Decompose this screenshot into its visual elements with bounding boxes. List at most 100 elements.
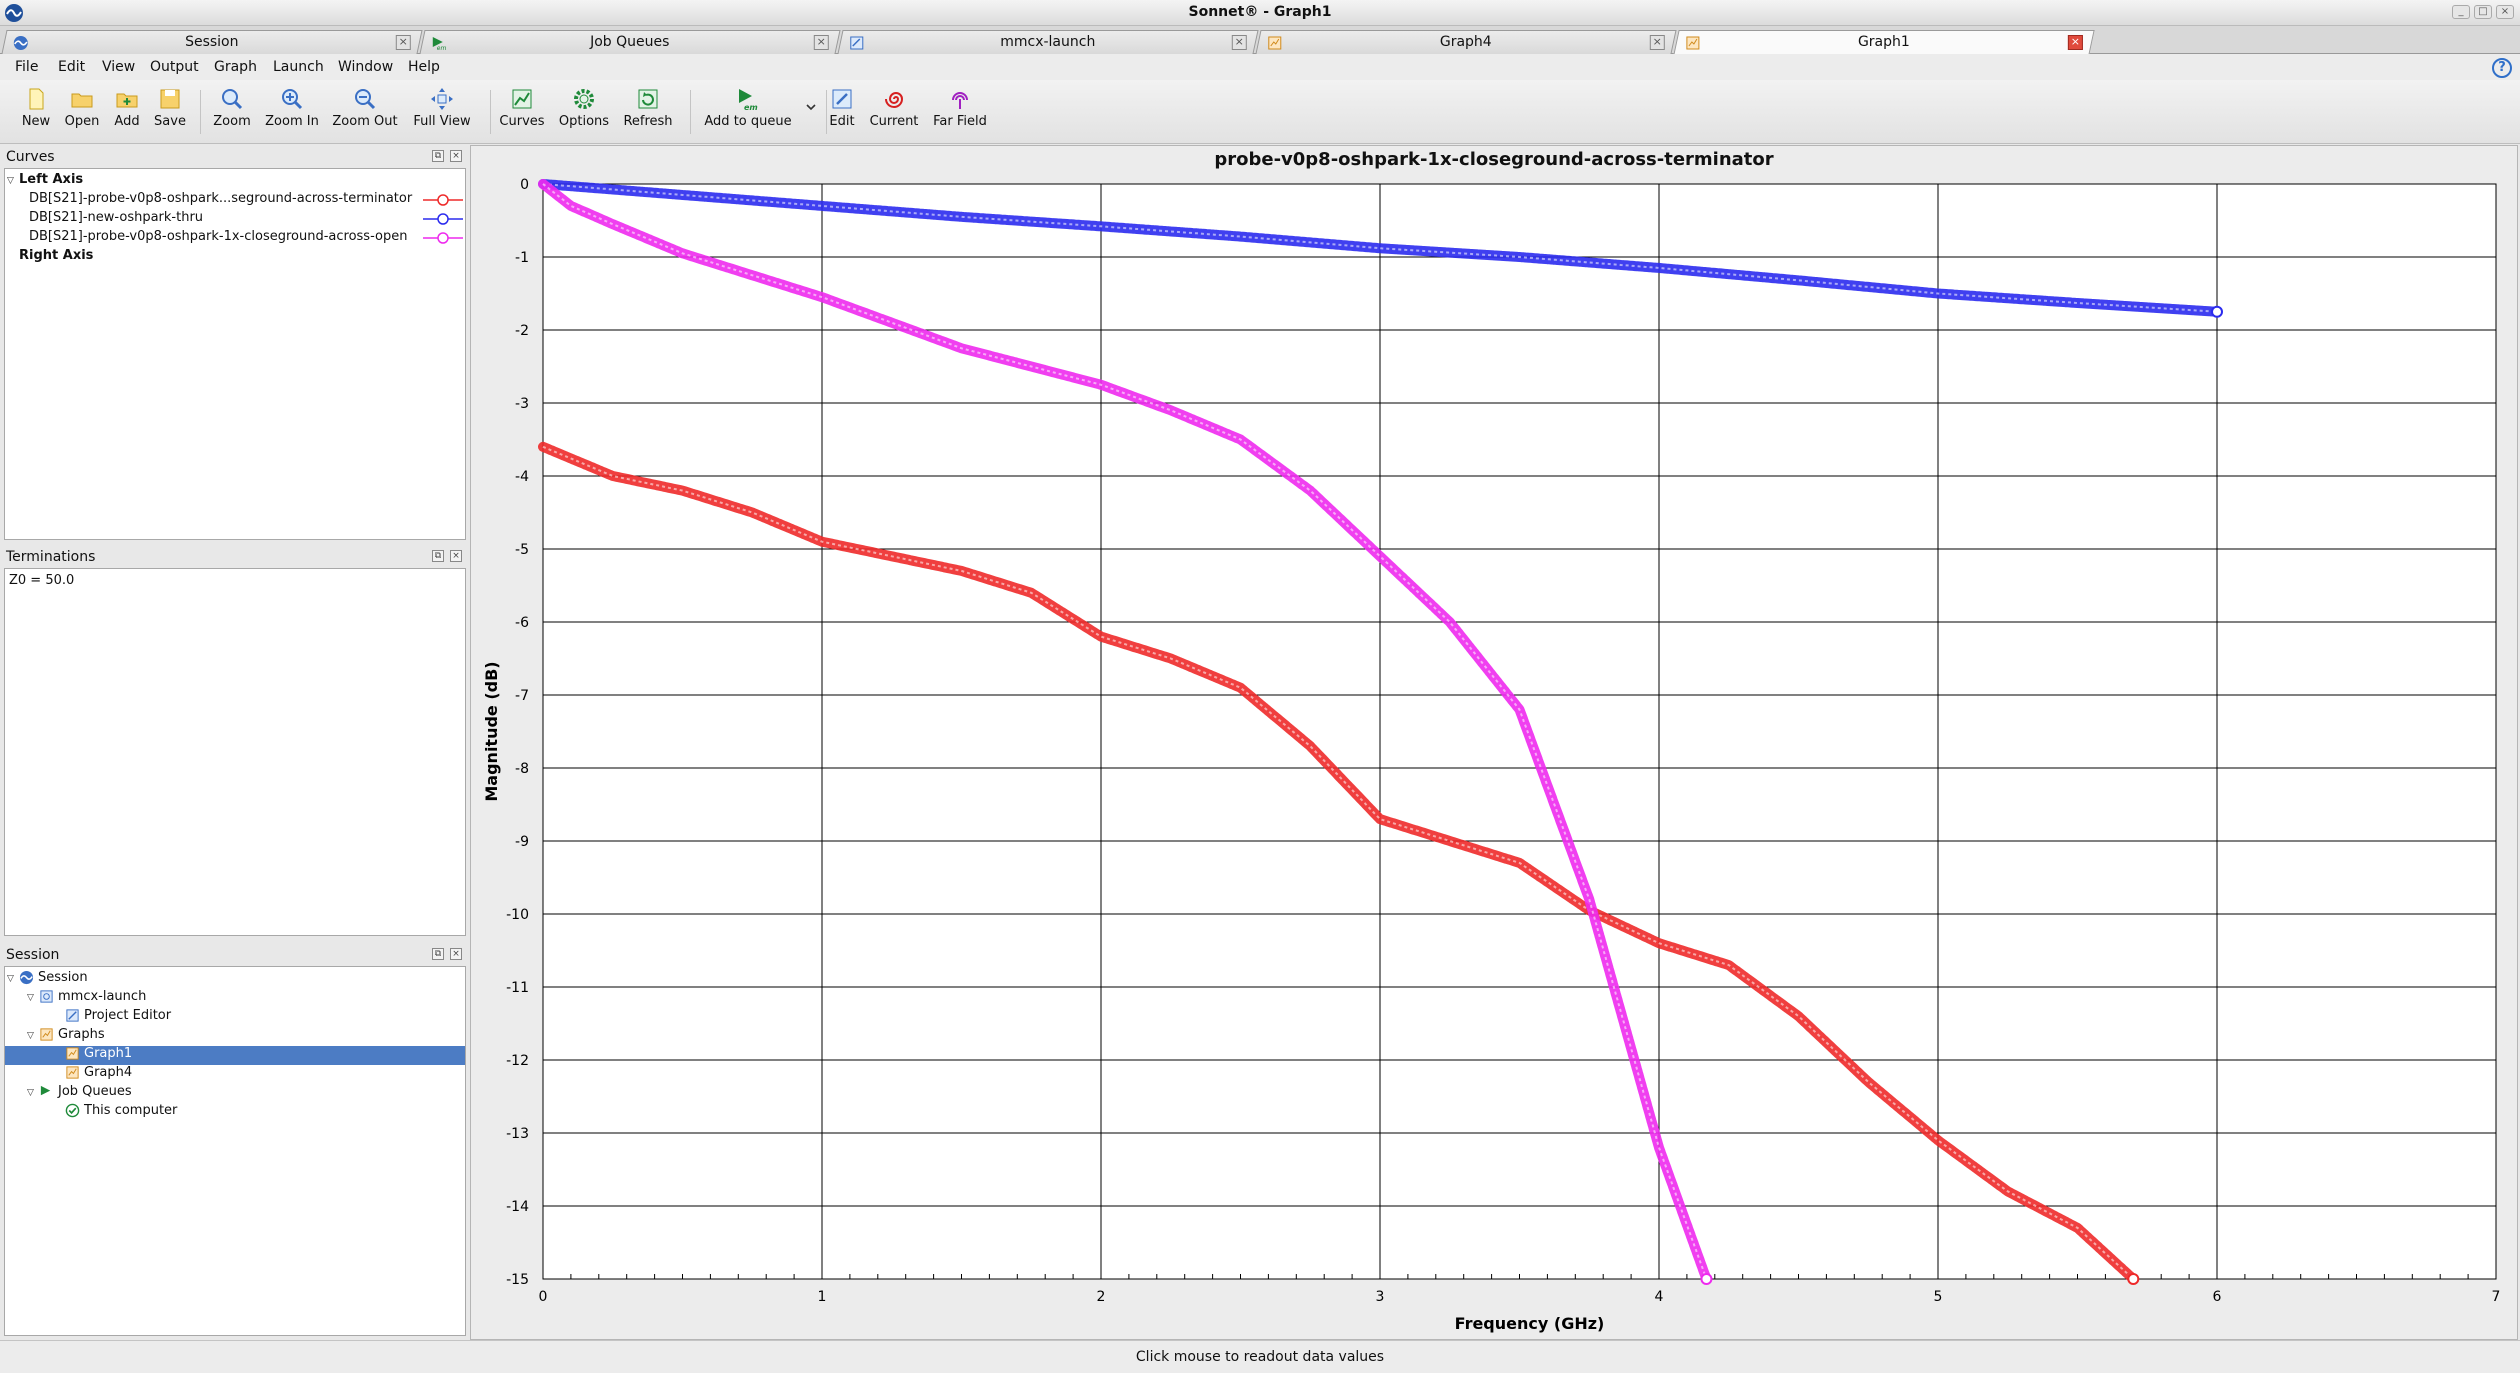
window-titlebar: Sonnet® - Graph1 _ □ × <box>0 0 2520 26</box>
y-tick-label: -9 <box>515 834 529 850</box>
open-button[interactable]: Open <box>62 86 102 129</box>
current-button[interactable]: Current <box>866 86 922 129</box>
tree-item-graph1[interactable]: Graph1 <box>5 1046 465 1065</box>
add-button[interactable]: Add <box>110 86 144 129</box>
menu-window[interactable]: Window <box>338 59 393 75</box>
menu-file[interactable]: File <box>15 59 38 75</box>
float-panel-button[interactable]: ⧉ <box>432 550 444 562</box>
curve-item-open[interactable]: DB[S21]-probe-v0p8-oshpark-1x-closegroun… <box>29 229 465 248</box>
chevron-down-icon <box>806 104 816 111</box>
minimize-button[interactable]: _ <box>2452 5 2470 19</box>
curve-legend-swatch <box>423 194 463 206</box>
tree-item-this-computer[interactable]: This computer <box>65 1103 463 1122</box>
tree-item-session[interactable]: ▽ Session <box>7 970 463 989</box>
float-panel-button[interactable]: ⧉ <box>432 150 444 162</box>
close-panel-button[interactable]: × <box>450 150 462 162</box>
expand-arrow-icon[interactable]: ▽ <box>27 993 39 1003</box>
y-tick-label: 0 <box>520 177 529 193</box>
close-tab-button[interactable]: × <box>1231 35 1247 50</box>
y-tick-label: -2 <box>515 323 529 339</box>
terminations-panel: Terminations ⧉ × Z0 = 50.0 <box>4 546 466 938</box>
edit-button[interactable]: Edit <box>824 86 860 129</box>
close-tab-button[interactable]: × <box>2067 35 2083 50</box>
menu-edit[interactable]: Edit <box>58 59 85 75</box>
main-toolbar: New Open Add Save Zoom Zoom In Zoom Out … <box>0 80 2520 144</box>
x-tick-label: 3 <box>1376 1289 1385 1305</box>
curve-item-thru[interactable]: DB[S21]-new-oshpark-thru <box>29 210 465 229</box>
plot-background <box>542 183 2497 1280</box>
refresh-button[interactable]: Refresh <box>618 86 678 129</box>
tab-mmcx-launch[interactable]: mmcx-launch × <box>837 30 1259 54</box>
tree-item-graph4[interactable]: Graph4 <box>65 1065 463 1084</box>
edit-icon <box>832 89 852 109</box>
close-panel-button[interactable]: × <box>450 550 462 562</box>
add-to-queue-button[interactable]: em Add to queue <box>700 86 796 129</box>
maximize-button[interactable]: □ <box>2474 5 2492 19</box>
tree-item-job-queues[interactable]: ▽ Job Queues <box>27 1084 463 1103</box>
zoom-in-button[interactable]: Zoom In <box>262 86 322 129</box>
window-title: Sonnet® - Graph1 <box>1188 4 1332 20</box>
plot-canvas[interactable]: 0 1 2 3 4 5 6 7 0 -1 -2 -3 -4 -5 -6 -7 -8 -9 -10 -11 -12 -13 -… <box>471 146 2517 1339</box>
y-axis-label: Magnitude (dB) <box>482 661 501 801</box>
series-terminator-end-marker <box>2127 1273 2140 1285</box>
menu-view[interactable]: View <box>102 59 135 75</box>
expand-arrow-icon[interactable]: ▽ <box>27 1031 39 1041</box>
full-view-button[interactable]: Full View <box>408 86 476 129</box>
status-bar: Click mouse to readout data values <box>0 1340 2520 1373</box>
tree-item-mmcx-launch[interactable]: ▽ mmcx-launch <box>27 989 463 1008</box>
y-tick-label: -14 <box>506 1199 529 1215</box>
curve-label: DB[S21]-new-oshpark-thru <box>29 210 204 225</box>
tab-graph1[interactable]: Graph1 × <box>1673 30 2095 55</box>
y-tick-label: -5 <box>515 542 529 558</box>
job-queue-icon <box>40 1085 51 1096</box>
close-tab-button[interactable]: × <box>813 35 829 50</box>
new-button[interactable]: New <box>18 86 54 129</box>
menu-bar: File Edit View Output Graph Launch Windo… <box>0 54 2520 80</box>
curve-item-terminator[interactable]: DB[S21]-probe-v0p8-oshpark...seground-ac… <box>29 191 465 210</box>
y-tick-label: -10 <box>506 907 529 923</box>
help-icon[interactable]: ? <box>2492 58 2512 78</box>
zoom-icon <box>222 89 243 110</box>
tab-label: Graph1 <box>1857 34 1910 50</box>
expand-arrow-icon[interactable]: ▽ <box>27 1088 39 1098</box>
y-tick-label: -15 <box>506 1272 529 1288</box>
menu-help[interactable]: Help <box>408 59 440 75</box>
close-panel-button[interactable]: × <box>450 948 462 960</box>
expand-arrow-icon[interactable]: ▽ <box>7 176 19 186</box>
left-axis-group[interactable]: ▽ Left Axis <box>7 172 83 191</box>
close-tab-button[interactable]: × <box>1649 35 1665 50</box>
zoom-out-button[interactable]: Zoom Out <box>330 86 400 129</box>
save-button[interactable]: Save <box>150 86 190 129</box>
tree-item-project-editor[interactable]: Project Editor <box>65 1008 463 1027</box>
far-field-icon <box>952 92 968 109</box>
panel-title: Curves <box>6 149 55 165</box>
x-tick-label: 4 <box>1655 1289 1664 1305</box>
menu-launch[interactable]: Launch <box>273 59 324 75</box>
float-panel-button[interactable]: ⧉ <box>432 948 444 960</box>
menu-output[interactable]: Output <box>150 59 199 75</box>
y-tick-label: -13 <box>506 1126 529 1142</box>
tree-item-graphs[interactable]: ▽ Graphs <box>27 1027 463 1046</box>
panel-title: Terminations <box>6 549 96 565</box>
close-window-button[interactable]: × <box>2496 5 2514 19</box>
right-axis-group[interactable]: Right Axis <box>19 248 93 267</box>
y-tick-label: -11 <box>506 980 529 996</box>
tab-job-queues[interactable]: em Job Queues × <box>419 30 841 54</box>
full-view-icon <box>431 88 453 110</box>
tab-label: Job Queues <box>590 34 670 50</box>
tab-graph4[interactable]: Graph4 × <box>1255 30 1677 54</box>
menu-graph[interactable]: Graph <box>214 59 257 75</box>
graph-area[interactable]: probe-v0p8-oshpark-1x-closeground-across… <box>470 145 2518 1340</box>
expand-arrow-icon[interactable]: ▽ <box>7 974 19 984</box>
options-button[interactable]: Options <box>556 86 612 129</box>
session-panel: Session ⧉ × ▽ Session ▽ mmcx-launch Project… <box>4 944 466 1338</box>
curves-button[interactable]: Curves <box>496 86 548 129</box>
options-icon <box>574 89 594 109</box>
add-to-queue-dropdown[interactable] <box>802 100 820 118</box>
zoom-button[interactable]: Zoom <box>210 86 254 129</box>
svg-text:em: em <box>744 103 758 112</box>
session-icon <box>19 970 34 985</box>
tab-session[interactable]: Session × <box>1 30 423 54</box>
close-tab-button[interactable]: × <box>395 35 411 50</box>
far-field-button[interactable]: Far Field <box>928 86 992 129</box>
